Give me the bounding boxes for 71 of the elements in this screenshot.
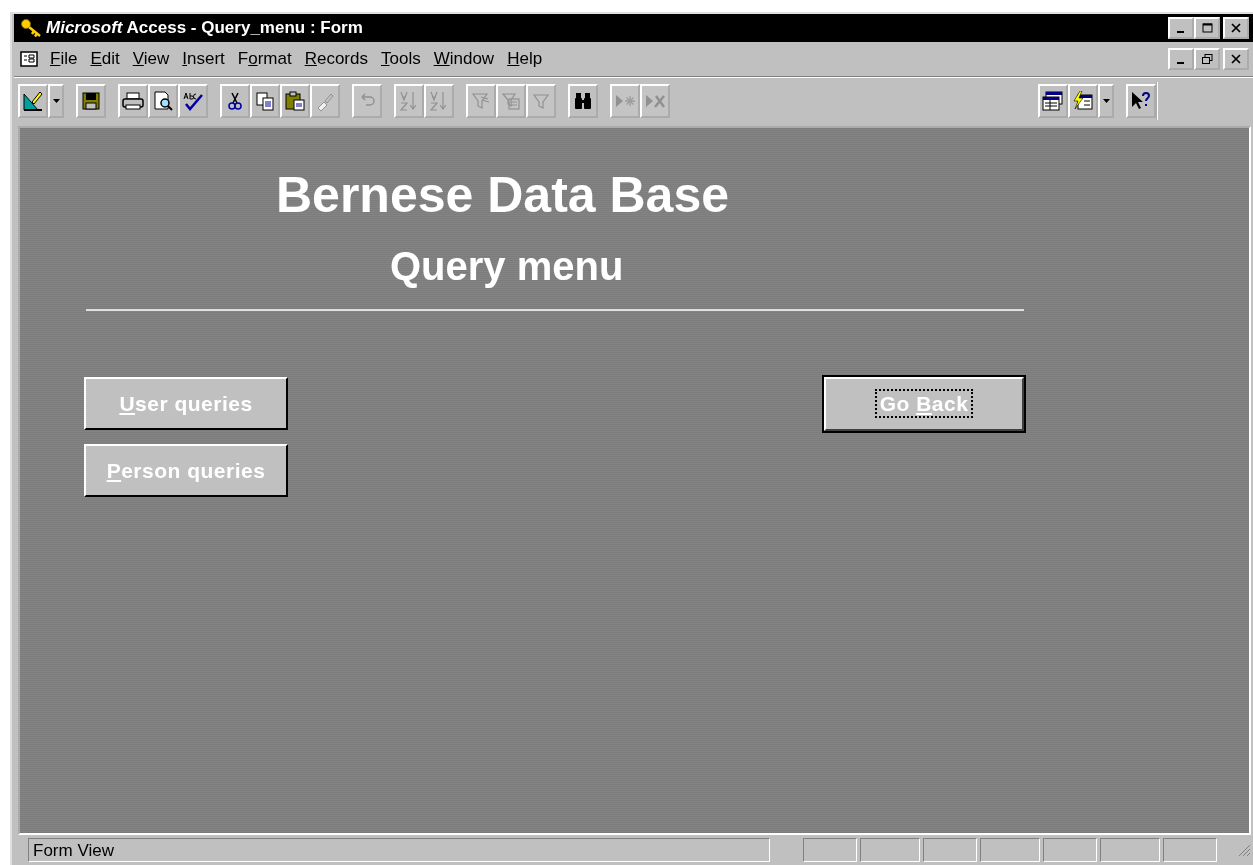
binoculars-icon (573, 92, 593, 110)
status-panel (980, 838, 1040, 862)
lightning-form-icon (1072, 91, 1094, 111)
scissors-icon (227, 91, 243, 111)
new-record-icon (614, 92, 636, 110)
close-icon (1231, 54, 1241, 64)
close-icon (1231, 23, 1241, 33)
form-document-icon[interactable] (20, 51, 38, 67)
window-title: Microsoft Access - Query_menu : Form (46, 18, 363, 38)
menu-item[interactable]: Format (233, 49, 301, 69)
toolbar-button[interactable] (148, 84, 178, 118)
printer-icon (122, 91, 144, 111)
status-panel (803, 838, 857, 862)
form-subtitle: Query menu (390, 244, 625, 289)
close-button[interactable] (1223, 17, 1249, 39)
minimize-icon (1176, 31, 1184, 33)
maximize-button[interactable] (1194, 17, 1220, 39)
menu-item[interactable]: Tools (377, 49, 430, 69)
paintbrush-icon (315, 91, 335, 111)
key-icon (20, 18, 42, 38)
triangle-ruler-icon (22, 90, 44, 112)
funnel-form-icon (501, 91, 521, 111)
toolbar-button[interactable] (118, 84, 148, 118)
toolbar-button[interactable] (280, 84, 310, 118)
menu-item[interactable]: View (128, 49, 179, 69)
dropdown-button[interactable] (48, 84, 64, 118)
menu-item[interactable]: File (46, 49, 87, 69)
spelling-check-icon (182, 91, 204, 111)
menu-item[interactable]: Help (503, 49, 552, 69)
page-magnifier-icon (153, 91, 173, 111)
toolbar-button[interactable] (250, 84, 280, 118)
resize-grip-icon[interactable] (1237, 843, 1251, 857)
minimize-icon (1176, 62, 1184, 64)
minimize-button[interactable] (1168, 48, 1194, 70)
sort-icon (399, 90, 419, 112)
toolbar-button[interactable] (1068, 84, 1098, 118)
maximize-icon (1201, 23, 1213, 33)
dropdown-button[interactable] (1098, 84, 1114, 118)
status-panel (1043, 838, 1097, 862)
status-panel (1163, 838, 1217, 862)
toolbar-button[interactable] (18, 84, 48, 118)
funnel-icon (471, 91, 491, 111)
funnel-icon (532, 92, 550, 110)
menu-item[interactable]: Records (300, 49, 377, 69)
toolbar-button[interactable] (1038, 84, 1068, 118)
toolbar-button[interactable] (1126, 84, 1156, 118)
restore-button[interactable] (1194, 48, 1220, 70)
caret-icon (52, 99, 60, 103)
restore-icon (1201, 54, 1213, 64)
help-pointer-icon (1130, 91, 1152, 111)
menu-item[interactable]: Insert (178, 49, 234, 69)
toolbar-button[interactable] (76, 84, 106, 118)
status-panel (1100, 838, 1160, 862)
caret-icon (1102, 99, 1110, 103)
close-button[interactable] (1223, 48, 1249, 70)
copy-pages-icon (255, 91, 275, 111)
menu-item[interactable]: Edit (86, 49, 129, 69)
clipboard-icon (284, 91, 306, 111)
toolbar-button[interactable] (220, 84, 250, 118)
status-panel (860, 838, 920, 862)
form-title: Bernese Data Base (276, 166, 731, 224)
menu-item[interactable]: Window (429, 49, 504, 69)
sort-icon (429, 90, 449, 112)
status-panel (923, 838, 977, 862)
minimize-button[interactable] (1168, 17, 1194, 39)
status-text: Form View (28, 838, 770, 862)
delete-record-icon (644, 92, 666, 110)
undo-arrow-icon (358, 93, 376, 109)
toolbar-button[interactable] (178, 84, 208, 118)
window-table-icon (1042, 91, 1064, 111)
toolbar-button[interactable] (568, 84, 598, 118)
